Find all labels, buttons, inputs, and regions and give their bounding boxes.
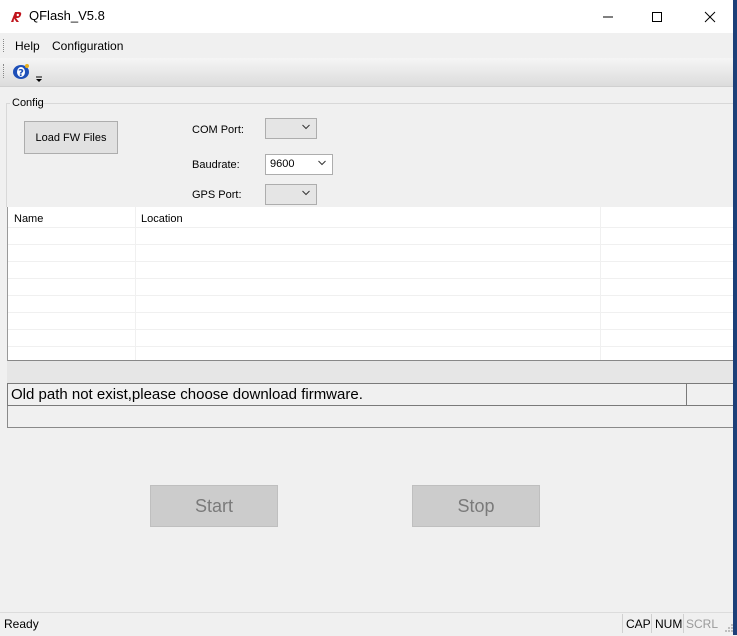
maximize-button[interactable] bbox=[634, 0, 680, 33]
toolbar-grip[interactable] bbox=[3, 64, 6, 78]
chevron-down-icon bbox=[318, 160, 326, 166]
com-port-select[interactable] bbox=[265, 118, 317, 139]
table-row[interactable] bbox=[8, 295, 737, 296]
table-row[interactable] bbox=[8, 346, 737, 347]
config-group-border bbox=[6, 103, 7, 207]
table-row[interactable] bbox=[8, 312, 737, 313]
column-divider bbox=[135, 207, 136, 360]
gps-port-label: GPS Port: bbox=[192, 189, 242, 201]
table-row[interactable] bbox=[8, 329, 737, 330]
column-header-location[interactable]: Location bbox=[141, 213, 183, 225]
progress-strip bbox=[7, 361, 737, 383]
help-icon: ? bbox=[13, 64, 29, 79]
scroll-lock-indicator: SCRL bbox=[686, 617, 719, 631]
indicator-divider bbox=[683, 614, 684, 633]
minimize-icon bbox=[603, 16, 613, 17]
window-title: QFlash_V5.8 bbox=[29, 8, 105, 23]
config-group-border bbox=[37, 103, 737, 104]
toolbar bbox=[0, 58, 737, 87]
gps-port-select[interactable] bbox=[265, 184, 317, 205]
column-divider bbox=[600, 207, 601, 360]
indicator-divider bbox=[622, 614, 623, 633]
close-icon bbox=[704, 11, 716, 22]
status-message: Old path not exist,please choose downloa… bbox=[11, 386, 363, 403]
maximize-icon bbox=[652, 11, 662, 22]
about-button[interactable]: ? bbox=[10, 62, 32, 82]
menu-help[interactable]: Help bbox=[15, 39, 40, 53]
status-text: Ready bbox=[4, 617, 39, 631]
chevron-down-icon bbox=[302, 190, 310, 196]
firmware-file-table[interactable]: Name Location bbox=[7, 207, 737, 361]
table-row[interactable] bbox=[8, 261, 737, 262]
table-row[interactable] bbox=[8, 227, 737, 228]
window-border bbox=[733, 0, 737, 635]
load-fw-files-button[interactable]: Load FW Files bbox=[24, 121, 118, 154]
num-lock-indicator: NUM bbox=[655, 617, 683, 631]
toolbar-overflow-button[interactable] bbox=[34, 72, 44, 84]
baudrate-label: Baudrate: bbox=[192, 159, 240, 171]
com-port-label: COM Port: bbox=[192, 124, 244, 136]
start-button[interactable]: Start bbox=[150, 485, 278, 527]
chevron-down-icon bbox=[36, 76, 42, 82]
caps-lock-indicator: CAP bbox=[626, 617, 651, 631]
column-header-name[interactable]: Name bbox=[14, 213, 43, 225]
menu-grip[interactable] bbox=[3, 39, 6, 52]
minimize-button[interactable] bbox=[585, 0, 631, 33]
table-row[interactable] bbox=[8, 278, 737, 279]
app-logo-icon bbox=[8, 9, 24, 25]
baudrate-select[interactable]: 9600 bbox=[265, 154, 333, 175]
message-box-divider bbox=[686, 383, 687, 405]
chevron-down-icon bbox=[302, 124, 310, 130]
baudrate-value: 9600 bbox=[270, 158, 295, 170]
close-button[interactable] bbox=[687, 0, 733, 33]
menu-configuration[interactable]: Configuration bbox=[52, 39, 123, 53]
config-group-label: Config bbox=[12, 97, 44, 109]
table-row[interactable] bbox=[8, 244, 737, 245]
indicator-divider bbox=[651, 614, 652, 633]
stop-button[interactable]: Stop bbox=[412, 485, 540, 527]
secondary-status-strip bbox=[7, 406, 737, 428]
svg-text:?: ? bbox=[18, 68, 24, 79]
